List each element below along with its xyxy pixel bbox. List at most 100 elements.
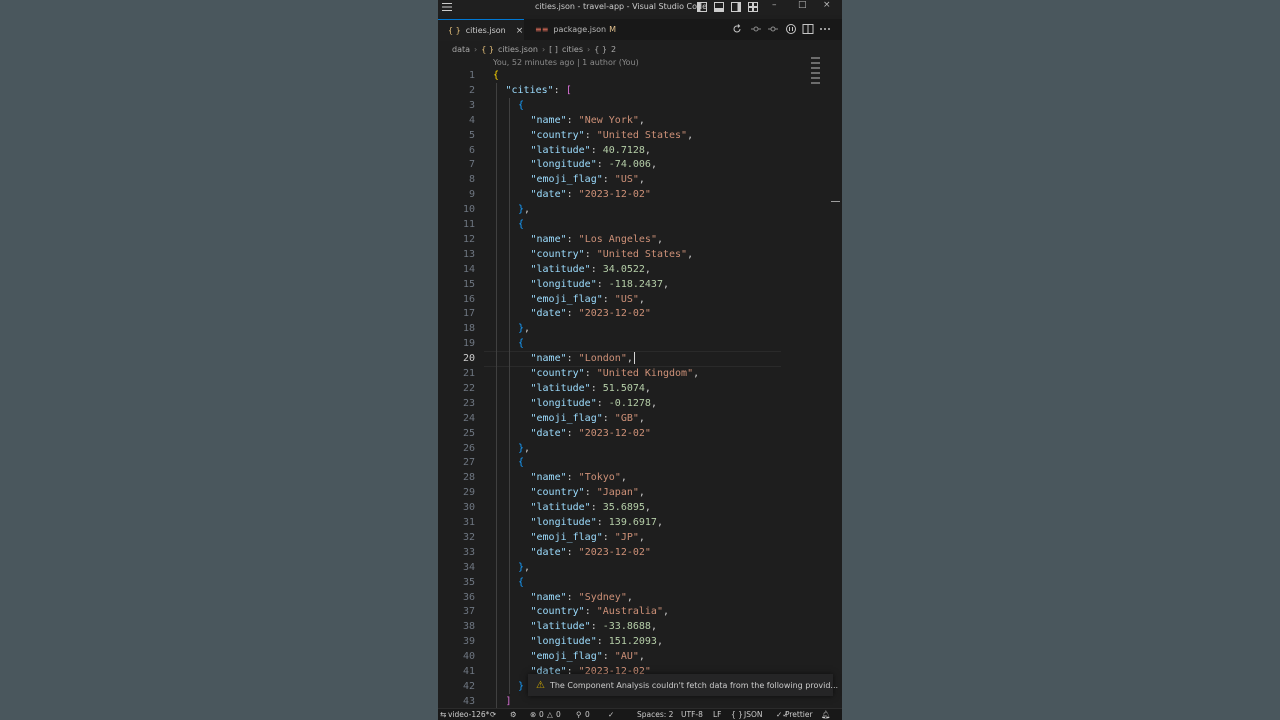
code-line[interactable]: 10}, <box>438 202 842 217</box>
previous-change-icon[interactable] <box>750 23 762 35</box>
tab-package-json[interactable]: ≡≡ package.json M <box>525 19 616 40</box>
code-line[interactable]: 9 "date": "2023-12-02" <box>438 187 842 202</box>
debug-icon[interactable]: ⚙ <box>510 710 517 719</box>
code-line[interactable]: 6 "latitude": 40.7128, <box>438 143 842 158</box>
json-value: United States <box>602 248 682 260</box>
code-line[interactable]: 43] <box>438 694 842 709</box>
customize-layout-icon[interactable] <box>748 2 758 12</box>
code-line[interactable]: 31 "longitude": 139.6917, <box>438 515 842 530</box>
notification-toast[interactable]: ⚠ The Component Analysis couldn't fetch … <box>528 674 838 696</box>
error-icon[interactable]: ⊗ <box>530 710 536 719</box>
sync-icon[interactable]: ⟳ <box>490 710 496 719</box>
indentation[interactable]: Spaces: 2 <box>637 710 673 719</box>
ports-count[interactable]: 0 <box>585 710 590 719</box>
close-window-button[interactable]: × <box>823 0 831 10</box>
code-line[interactable]: 2 "cities": [ <box>438 83 842 98</box>
code-line[interactable]: 21 "country": "United Kingdom", <box>438 366 842 381</box>
code-line[interactable]: 18}, <box>438 321 842 336</box>
scrollbar-marker[interactable] <box>831 201 840 202</box>
code-text: "date": "2023-12-02" <box>530 546 651 558</box>
warning-count[interactable]: 0 <box>556 710 561 719</box>
code-line[interactable]: 4 "name": "New York", <box>438 113 842 128</box>
code-line[interactable]: 34}, <box>438 560 842 575</box>
code-line[interactable]: 16 "emoji_flag": "US", <box>438 292 842 307</box>
code-line[interactable]: 15 "longitude": -118.2437, <box>438 277 842 292</box>
toggle-primary-sidebar-icon[interactable] <box>697 2 707 12</box>
breadcrumb-array[interactable]: cities <box>562 45 583 54</box>
error-count[interactable]: 0 <box>539 710 544 719</box>
code-text: "emoji_flag": "GB", <box>530 412 645 424</box>
line-number: 32 <box>462 531 475 543</box>
language-mode[interactable]: JSON <box>744 710 763 719</box>
breadcrumb-folder[interactable]: data <box>452 45 470 54</box>
code-line[interactable]: 29 "country": "Japan", <box>438 485 842 500</box>
code-line[interactable]: 11 { <box>438 217 842 232</box>
code-line[interactable]: 33 "date": "2023-12-02" <box>438 545 842 560</box>
hamburger-menu-icon[interactable] <box>441 1 453 13</box>
code-line[interactable]: 22 "latitude": 51.5074, <box>438 381 842 396</box>
code-line[interactable]: 32 "emoji_flag": "JP", <box>438 530 842 545</box>
more-actions-icon[interactable] <box>819 23 831 35</box>
code-text: { <box>518 219 525 230</box>
code-line[interactable]: 17 "date": "2023-12-02" <box>438 306 842 321</box>
code-line[interactable]: 36 "name": "Sydney", <box>438 590 842 605</box>
json-value: 139.6917 <box>608 517 657 528</box>
breadcrumb-object[interactable]: 2 <box>611 45 616 54</box>
code-editor[interactable]: 1{2 "cities": [3{4 "name": "New York", 5 "co… <box>438 68 842 720</box>
code-line[interactable]: 24 "emoji_flag": "GB", <box>438 411 842 426</box>
object-icon: { } <box>594 44 607 54</box>
minimize-button[interactable]: – <box>772 0 777 10</box>
code-line[interactable]: 20 "name": "London", <box>438 351 842 368</box>
code-line[interactable]: 35 { <box>438 575 842 590</box>
code-line[interactable]: 8 "emoji_flag": "US", <box>438 172 842 187</box>
code-line[interactable]: 27 { <box>438 455 842 470</box>
code-line[interactable]: 7 "longitude": -74.006, <box>438 157 842 172</box>
code-line[interactable]: 37 "country": "Australia", <box>438 604 842 619</box>
copilot-icon[interactable] <box>785 23 797 35</box>
split-editor-icon[interactable] <box>802 23 814 35</box>
line-number: 34 <box>462 561 475 573</box>
code-line[interactable]: 25 "date": "2023-12-02" <box>438 426 842 441</box>
tab-cities-json[interactable]: { } cities.json × <box>438 19 524 41</box>
code-text: "country": "Japan", <box>530 487 645 499</box>
ports-icon[interactable]: ⚲ <box>576 710 582 719</box>
breadcrumb-file[interactable]: cities.json <box>498 45 538 54</box>
line-number: 17 <box>462 308 475 320</box>
close-tab-icon[interactable]: × <box>516 26 524 36</box>
code-line[interactable]: 3{ <box>438 98 842 113</box>
code-text: "cities": [ <box>505 84 572 96</box>
line-ending[interactable]: LF <box>713 710 722 719</box>
formatter[interactable]: Prettier <box>785 710 813 719</box>
code-line[interactable]: 30 "latitude": 35.6895, <box>438 500 842 515</box>
code-text: "country": "United States", <box>530 248 694 260</box>
code-line[interactable]: 1{ <box>438 68 842 83</box>
code-text: "longitude": 139.6917, <box>530 517 663 528</box>
maximize-button[interactable]: □ <box>798 0 807 10</box>
check-icon[interactable]: ✓ <box>608 710 614 719</box>
code-line[interactable]: 26}, <box>438 441 842 456</box>
code-line[interactable]: 39 "longitude": 151.2093, <box>438 634 842 649</box>
code-line[interactable]: 23 "longitude": -0.1278, <box>438 396 842 411</box>
line-number: 20 <box>462 353 475 365</box>
git-blame-codelens[interactable]: You, 52 minutes ago | 1 author (You) <box>493 58 639 67</box>
code-line[interactable]: 14 "latitude": 34.0522, <box>438 262 842 277</box>
next-change-icon[interactable] <box>767 23 779 35</box>
open-changes-icon[interactable] <box>731 23 743 35</box>
toggle-panel-icon[interactable] <box>714 2 724 12</box>
code-line[interactable]: 12 "name": "Los Angeles", <box>438 232 842 247</box>
toggle-secondary-sidebar-icon[interactable] <box>731 2 741 12</box>
remote-icon[interactable]: ⇆ <box>440 710 446 719</box>
code-line[interactable]: 19 { <box>438 336 842 351</box>
encoding[interactable]: UTF-8 <box>681 710 703 719</box>
notifications-bell-icon[interactable]: 🔔︎ <box>821 710 831 719</box>
line-number: 36 <box>462 591 475 603</box>
code-line[interactable]: 40 "emoji_flag": "AU", <box>438 649 842 664</box>
code-line[interactable]: 38 "latitude": -33.8688, <box>438 619 842 634</box>
code-line[interactable]: 5 "country": "United States", <box>438 128 842 143</box>
code-line[interactable]: 28 "name": "Tokyo", <box>438 470 842 485</box>
warning-count-icon[interactable]: △ <box>547 710 553 719</box>
code-line[interactable]: 13 "country": "United States", <box>438 247 842 262</box>
json-value: 2023-12-02 <box>584 308 645 320</box>
minimap[interactable] <box>811 57 823 87</box>
git-branch[interactable]: video-126* <box>448 710 489 719</box>
